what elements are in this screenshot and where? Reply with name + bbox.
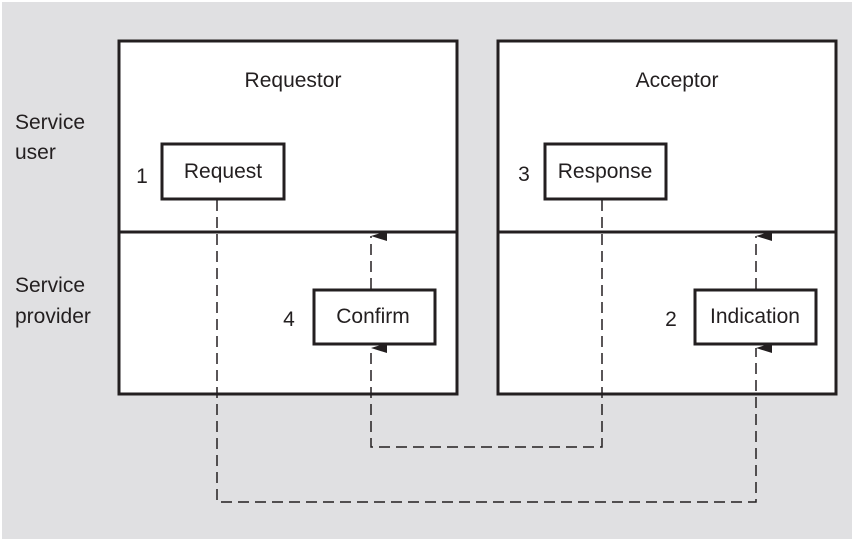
acceptor-title: Acceptor [636,69,719,92]
requestor-title: Requestor [245,69,342,92]
indication-label: Indication [710,305,800,328]
step-number-4: 4 [283,308,295,331]
service-primitives-diagram: Service user Service provider Requestor … [2,2,852,539]
step-number-3: 3 [518,163,530,186]
row-label-service-user-line2: user [15,141,56,164]
request-label: Request [184,160,262,183]
step-number-1: 1 [136,165,148,188]
row-label-service-user-line1: Service [15,111,85,134]
step-number-2: 2 [665,308,677,331]
response-label: Response [558,160,653,183]
confirm-label: Confirm [336,305,410,328]
row-label-service-provider-line2: provider [15,305,91,328]
row-label-service-provider-line1: Service [15,274,85,297]
